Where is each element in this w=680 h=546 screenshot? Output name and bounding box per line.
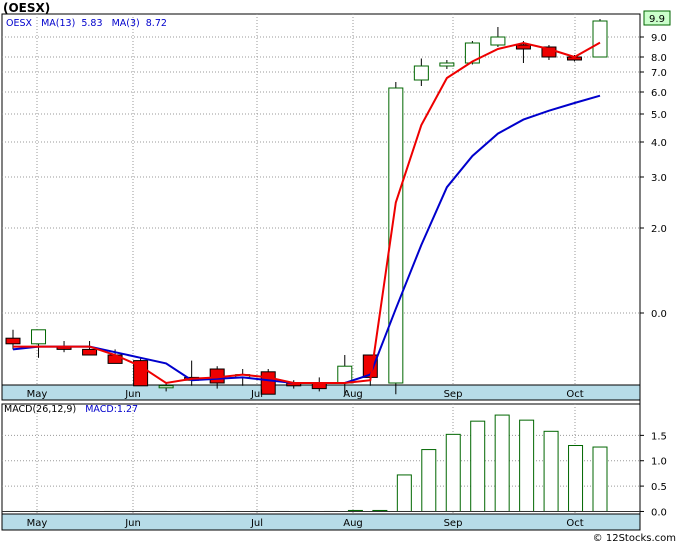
macd-bar bbox=[494, 414, 510, 512]
macd-bar bbox=[421, 449, 437, 512]
macd-y-tick-label: 1.5 bbox=[651, 431, 667, 442]
macd-params-label: MACD(26,12,9) bbox=[4, 404, 77, 415]
y-tick-label: 2.0 bbox=[651, 224, 667, 235]
ma3-line bbox=[13, 41, 601, 385]
y-tick-label: 6.0 bbox=[651, 88, 667, 99]
macd-y-tick-label: 0.5 bbox=[651, 482, 667, 493]
candle-down bbox=[5, 337, 21, 345]
macd-bar bbox=[445, 433, 461, 512]
macd-bar bbox=[592, 446, 608, 512]
y-tick-label: 3.0 bbox=[651, 173, 667, 184]
macd-bar bbox=[396, 474, 412, 512]
legend-ma3-label: MA(3) bbox=[111, 18, 140, 29]
y-tick-label: 8.0 bbox=[651, 53, 667, 64]
price-legend: OESX MA(13) 5.83 MA(3) 8.72 bbox=[6, 18, 167, 29]
candle-up bbox=[31, 329, 47, 345]
macd-bar bbox=[519, 419, 535, 512]
macd-x-tick-label: May bbox=[27, 518, 48, 529]
candle-up bbox=[490, 36, 506, 46]
y-tick-label: 4.0 bbox=[651, 138, 667, 149]
chart-title: (OESX) bbox=[3, 1, 51, 15]
macd-bar bbox=[568, 445, 584, 512]
macd-bar bbox=[543, 430, 559, 512]
chart-stage: 9.0 8.0 7.0 6.0 5.0 4.0 3.0 2.0 0.0 May May Jun Jun J… bbox=[0, 0, 680, 546]
legend-ma13-value: 5.83 bbox=[81, 18, 103, 29]
candle-down bbox=[515, 44, 531, 50]
candle-up bbox=[592, 20, 608, 58]
macd-y-tick-label: 0.0 bbox=[651, 507, 667, 518]
price-panel-frame bbox=[1, 13, 641, 386]
candle-down bbox=[82, 348, 98, 356]
legend-ticker: OESX bbox=[6, 18, 33, 29]
ma13-line bbox=[12, 94, 601, 384]
x-tick-label: Jul bbox=[250, 389, 263, 400]
macd-x-tick-label: Oct bbox=[566, 518, 583, 529]
x-tick-label: Oct bbox=[566, 389, 583, 400]
macd-x-tick-label: Jul bbox=[250, 518, 263, 529]
legend-ma3-value: 8.72 bbox=[145, 18, 167, 29]
macd-legend: MACD(26,12,9) MACD:1.27 bbox=[4, 404, 138, 415]
macd-x-tick-label: Aug bbox=[343, 518, 363, 529]
x-tick-label: May bbox=[27, 389, 48, 400]
y-tick-label: 5.0 bbox=[651, 110, 667, 121]
candle-up bbox=[158, 385, 174, 389]
macd-bar bbox=[470, 420, 486, 512]
macd-label: MACD: bbox=[85, 404, 117, 415]
candle-down bbox=[260, 371, 276, 395]
last-price-value: 9.9 bbox=[649, 14, 665, 25]
candle-up bbox=[413, 65, 429, 81]
macd-x-tick-label: Jun bbox=[124, 518, 141, 529]
legend-ma13-label: MA(13) bbox=[41, 18, 76, 29]
candle-up bbox=[439, 62, 455, 67]
y-tick-label: 0.0 bbox=[651, 309, 667, 320]
y-tick-label: 7.0 bbox=[651, 68, 667, 79]
macd-x-tick-label: Sep bbox=[444, 518, 463, 529]
macd-y-tick-label: 1.0 bbox=[651, 457, 667, 468]
macd-value: 1.27 bbox=[116, 404, 139, 415]
y-tick-label: 9.0 bbox=[651, 33, 667, 44]
footer-credit: © 12Stocks.com bbox=[592, 533, 676, 544]
x-tick-label: Jun bbox=[124, 389, 141, 400]
macd-x-axis-band bbox=[1, 513, 641, 531]
x-tick-label: Sep bbox=[444, 389, 463, 400]
chart-canvas: 9.0 8.0 7.0 6.0 5.0 4.0 3.0 2.0 0.0 May May Jun Jun J… bbox=[1, 10, 671, 531]
x-tick-label: Aug bbox=[343, 389, 363, 400]
